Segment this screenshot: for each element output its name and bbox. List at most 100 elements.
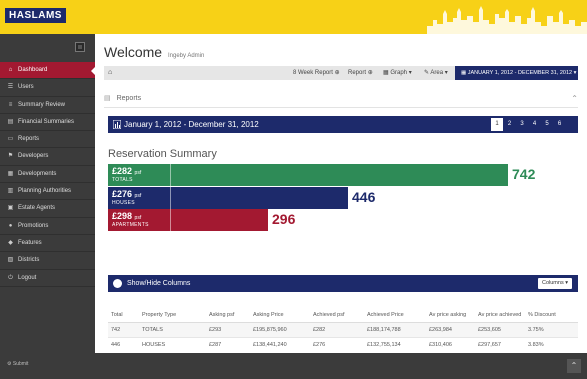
column-header[interactable]: Total xyxy=(108,296,139,323)
sidebar-item-label: Summary Review xyxy=(18,101,66,108)
page-title: Welcome Ingeby Admin xyxy=(104,44,204,60)
column-header[interactable]: Av price asking xyxy=(426,296,475,323)
summary-bar-text: £298 psf APARTMENTS xyxy=(112,211,149,228)
date-range-label: JANUARY 1, 2012 - DECEMBER 31, 2012 xyxy=(467,70,573,76)
sidebar-item-features[interactable]: ◆ Features xyxy=(0,235,95,253)
area-label: Area xyxy=(430,70,444,76)
report-toolbar: ⌂ 8 Week Report ⊕ Report ⊕ ▦ Graph ▾ ✎ A… xyxy=(104,66,578,80)
footer-bar: ⌃ xyxy=(95,353,587,379)
table-cell: £287 xyxy=(206,337,250,354)
area-wrench-icon: ✎ xyxy=(424,70,430,76)
reports-section-header: ▤ Reports ⌃ xyxy=(104,92,578,108)
column-header[interactable]: Property Type xyxy=(139,296,206,323)
home-icon: ⌂ xyxy=(8,67,13,73)
sidebar-item-label: Estate Agents xyxy=(18,205,56,212)
sidebar-item-label: Logout xyxy=(18,274,37,281)
column-header[interactable]: Asking Price xyxy=(250,296,310,323)
week-report-label: 8 Week Report xyxy=(293,70,333,76)
submit-icon: ⚙ xyxy=(7,361,12,367)
summary-bar-text: £276 psf HOUSES xyxy=(112,189,141,206)
table-cell: £293 xyxy=(206,322,250,338)
report-period-label: January 1, 2012 - December 31, 2012 xyxy=(124,120,259,129)
summary-bar-count: 742 xyxy=(512,166,536,182)
page-6-button[interactable]: 6 xyxy=(554,118,566,131)
summary-bar-type: TOTALS xyxy=(112,177,133,183)
page-7-button[interactable]: 7 xyxy=(491,131,503,144)
users-icon: ☰ xyxy=(7,84,14,91)
table-cell: £138,441,240 xyxy=(250,337,310,354)
sidebar-item-logout[interactable]: ⏻ Logout xyxy=(0,270,95,287)
sidebar: ⌂ Dashboard ☰ Users ≡ Summary Review ▤ Financia… xyxy=(0,34,95,379)
graph-dropdown[interactable]: ▦ Graph ▾ xyxy=(383,66,412,80)
bar-chart-icon xyxy=(113,120,121,129)
table-cell: £195,875,960 xyxy=(250,322,310,338)
sidebar-toggle-button[interactable] xyxy=(75,42,85,52)
scroll-to-top-button[interactable]: ⌃ xyxy=(567,359,581,373)
summary-bar-count: 296 xyxy=(272,211,296,227)
page-4-button[interactable]: 4 xyxy=(529,118,541,131)
sidebar-item-label: Features xyxy=(18,239,42,246)
table-header-row: Total Property Type Asking psf Asking Price… xyxy=(108,296,578,323)
column-header[interactable]: Achieved psf xyxy=(310,296,364,323)
tag-icon: ◆ xyxy=(8,239,13,246)
report-button[interactable]: Report ⊕ xyxy=(348,66,373,80)
table-cell: £310,406 xyxy=(426,337,475,354)
haslams-logo[interactable]: HASLAMS xyxy=(5,8,66,23)
table-cell: £188,174,788 xyxy=(364,322,426,338)
sidebar-item-summary-review[interactable]: ≡ Summary Review xyxy=(0,97,95,114)
table-cell: TOTALS xyxy=(139,322,206,338)
sidebar-item-developers[interactable]: ⚑ Developers xyxy=(0,148,95,166)
report-label: Report xyxy=(348,70,367,76)
graph-chevron-down-icon: ▾ xyxy=(408,70,412,76)
summary-bar-divider xyxy=(170,209,171,231)
page-2-button[interactable]: 2 xyxy=(504,118,516,131)
columns-button-label: Columns xyxy=(542,280,564,286)
table-cell: £282 xyxy=(310,322,364,338)
summary-bar-type: APARTMENTS xyxy=(112,222,149,228)
sidebar-item-label: Districts xyxy=(18,257,40,264)
sidebar-item-label: Financial Summaries xyxy=(18,118,75,125)
table-cell: HOUSES xyxy=(139,337,206,354)
table-row: 446 HOUSES £287 £138,441,240 £276 £132,755,13… xyxy=(108,337,578,354)
page-1-button[interactable]: 1 xyxy=(491,118,503,131)
sidebar-menu: ⌂ Dashboard ☰ Users ≡ Summary Review ▤ Financia… xyxy=(0,62,95,287)
page-3-button[interactable]: 3 xyxy=(516,118,528,131)
column-header[interactable]: Av price achieved xyxy=(475,296,525,323)
sidebar-item-label: Users xyxy=(18,84,34,91)
main-content: Welcome Ingeby Admin ⌂ 8 Week Report ⊕ R… xyxy=(95,34,587,369)
summary-bar-divider xyxy=(170,164,171,186)
report-pagination: 1 2 3 4 5 67 xyxy=(491,118,578,140)
city-skyline-graphic xyxy=(427,6,587,34)
page-5-button[interactable]: 5 xyxy=(541,118,553,131)
sidebar-item-promotions[interactable]: ● Promotions xyxy=(0,218,95,235)
sidebar-item-financial-summaries[interactable]: ▤ Financial Summaries xyxy=(0,114,95,132)
flag-icon: ⚑ xyxy=(7,153,14,160)
sidebar-item-districts[interactable]: ▧ Districts xyxy=(0,252,95,270)
date-range-dropdown[interactable]: ▦ JANUARY 1, 2012 - DECEMBER 31, 2012 ▾ xyxy=(455,66,578,80)
summary-bar-divider xyxy=(170,187,171,209)
list-icon: ≡ xyxy=(8,101,13,108)
sidebar-item-users[interactable]: ☰ Users xyxy=(0,79,95,97)
home-icon[interactable]: ⌂ xyxy=(108,66,112,80)
columns-dropdown-button[interactable]: Columns ▾ xyxy=(538,278,572,289)
promotion-icon: ● xyxy=(8,222,13,229)
collapse-chevron-up-icon[interactable]: ⌃ xyxy=(571,92,578,106)
sidebar-item-estate-agents[interactable]: ▣ Estate Agents xyxy=(0,200,95,218)
graph-chart-icon: ▦ xyxy=(383,70,389,76)
sidebar-item-planning-authorities[interactable]: ▥ Planning Authorities xyxy=(0,183,95,201)
sidebar-item-developments[interactable]: ▦ Developments xyxy=(0,166,95,184)
date-range-chevron-down-icon: ▾ xyxy=(573,70,577,76)
reports-file-icon: ▤ xyxy=(104,95,111,102)
column-header[interactable]: Achieved Price xyxy=(364,296,426,323)
table-cell: £297,657 xyxy=(475,337,525,354)
column-header[interactable]: Asking psf xyxy=(206,296,250,323)
sidebar-item-reports[interactable]: ▭ Reports xyxy=(0,131,95,149)
week-report-button[interactable]: 8 Week Report ⊕ xyxy=(293,66,340,80)
table-cell: 3.75% xyxy=(525,322,578,338)
calendar-icon: ▦ xyxy=(461,70,467,76)
summary-bar-fill: £298 psf APARTMENTS xyxy=(108,209,268,231)
area-dropdown[interactable]: ✎ Area ▾ xyxy=(424,66,448,80)
column-header[interactable]: % Discount xyxy=(525,296,578,323)
sidebar-footer[interactable]: ⚙ Submit xyxy=(7,361,28,367)
sidebar-item-dashboard[interactable]: ⌂ Dashboard xyxy=(0,62,95,80)
